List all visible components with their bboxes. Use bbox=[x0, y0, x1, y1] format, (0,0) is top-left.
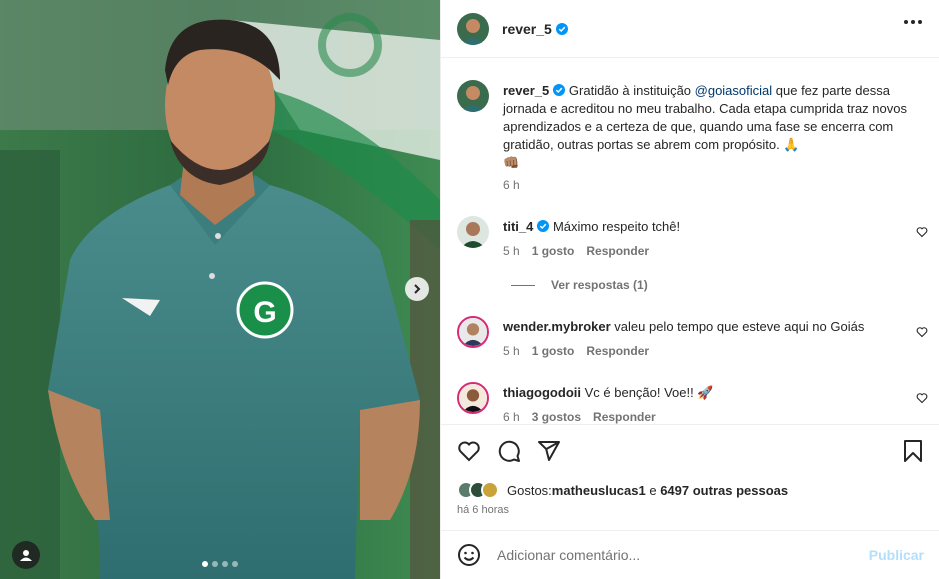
comment-text: Máximo respeito tchê! bbox=[552, 219, 681, 234]
verified-icon bbox=[555, 22, 568, 35]
comment-text: Vc é benção! Voe!! 🚀 bbox=[584, 385, 714, 400]
tagged-users-button[interactable] bbox=[12, 541, 40, 569]
likes-others[interactable]: 6497 outras pessoas bbox=[660, 483, 788, 498]
author-avatar[interactable] bbox=[457, 80, 489, 112]
comment-time: 6 h bbox=[503, 410, 520, 424]
verified-icon bbox=[553, 84, 566, 96]
publish-button[interactable]: Publicar bbox=[869, 547, 924, 563]
likes-summary[interactable]: Gostos: matheuslucas1 e 6497 outras pess… bbox=[457, 481, 788, 499]
view-replies-label: Ver respostas (1) bbox=[551, 278, 648, 292]
heart-icon[interactable] bbox=[916, 326, 928, 338]
comment-item: titi_4 Máximo respeito tchê! 5 h 1 gosto… bbox=[457, 216, 680, 258]
caption-time: 6 h bbox=[503, 178, 520, 192]
carousel-dot bbox=[202, 561, 208, 567]
share-icon[interactable] bbox=[537, 439, 561, 463]
post-time: há 6 horas bbox=[457, 504, 509, 516]
comment-likes[interactable]: 1 gosto bbox=[532, 344, 575, 358]
reply-button[interactable]: Responder bbox=[586, 344, 649, 358]
comment-username[interactable]: titi_4 bbox=[503, 219, 533, 234]
commenter-avatar[interactable] bbox=[457, 216, 489, 248]
verified-icon bbox=[537, 220, 550, 232]
heart-icon[interactable] bbox=[916, 392, 928, 404]
more-options-button[interactable] bbox=[904, 20, 922, 24]
user-tag-icon bbox=[20, 550, 32, 561]
comment-item: thiagogodoii Vc é benção! Voe!! 🚀 6 h 3 … bbox=[457, 382, 714, 424]
likes-middle: e bbox=[645, 482, 661, 498]
caption-emoji: 👊🏽 bbox=[503, 155, 520, 170]
emoji-icon[interactable] bbox=[457, 543, 481, 567]
reply-button[interactable]: Responder bbox=[593, 410, 656, 424]
caption-username[interactable]: rever_5 bbox=[503, 83, 549, 98]
svg-text:G: G bbox=[253, 296, 276, 329]
chevron-right-icon bbox=[414, 284, 421, 294]
view-replies-button[interactable]: Ver respostas (1) bbox=[511, 278, 648, 292]
comment-time: 5 h bbox=[503, 244, 520, 258]
comment-time: 5 h bbox=[503, 344, 520, 358]
liker-username[interactable]: matheuslucas1 bbox=[552, 483, 646, 498]
more-icon-dot bbox=[918, 20, 922, 24]
add-comment-bar: Publicar bbox=[441, 530, 939, 579]
divider-line bbox=[511, 284, 535, 286]
comment-input[interactable] bbox=[497, 547, 869, 563]
author-username[interactable]: rever_5 bbox=[502, 21, 552, 37]
comment-likes[interactable]: 1 gosto bbox=[532, 244, 575, 258]
likes-prefix: Gostos: bbox=[507, 482, 552, 498]
heart-icon[interactable] bbox=[916, 226, 928, 238]
comment-item: wender.mybroker valeu pelo tempo que est… bbox=[457, 316, 864, 358]
comment-text: valeu pelo tempo que esteve aqui no Goiá… bbox=[614, 319, 865, 334]
comment-username[interactable]: thiagogodoii bbox=[503, 385, 581, 400]
comment-username[interactable]: wender.mybroker bbox=[503, 319, 611, 334]
reply-button[interactable]: Responder bbox=[586, 244, 649, 258]
comment-likes[interactable]: 3 gostos bbox=[532, 410, 581, 424]
post-panel: rever_5 rever_5 Gratidão à instituição @… bbox=[440, 0, 939, 579]
caption-mention[interactable]: @goiasoficial bbox=[695, 83, 773, 98]
more-icon bbox=[904, 20, 908, 24]
comments-list[interactable]: rever_5 Gratidão à instituição @goiasofi… bbox=[441, 58, 939, 424]
caption: rever_5 Gratidão à instituição @goiasofi… bbox=[457, 80, 913, 192]
comment-icon[interactable] bbox=[497, 439, 521, 463]
liker-avatar bbox=[481, 481, 499, 499]
heart-icon[interactable] bbox=[457, 439, 481, 463]
next-image-button[interactable] bbox=[405, 277, 429, 301]
commenter-avatar[interactable] bbox=[457, 382, 489, 414]
commenter-avatar[interactable] bbox=[457, 316, 489, 348]
carousel-dot bbox=[232, 561, 238, 567]
post-actions: Gostos: matheuslucas1 e 6497 outras pess… bbox=[441, 424, 939, 530]
caption-text: Gratidão à instituição bbox=[568, 83, 695, 98]
post-header: rever_5 bbox=[441, 0, 939, 58]
bookmark-icon[interactable] bbox=[902, 439, 924, 463]
more-icon-dot bbox=[911, 20, 915, 24]
carousel-indicator bbox=[202, 561, 238, 567]
carousel-dot bbox=[222, 561, 228, 567]
carousel-dot bbox=[212, 561, 218, 567]
post-photo: G bbox=[0, 0, 440, 579]
post-media[interactable]: G bbox=[0, 0, 440, 579]
author-avatar[interactable] bbox=[457, 12, 489, 45]
